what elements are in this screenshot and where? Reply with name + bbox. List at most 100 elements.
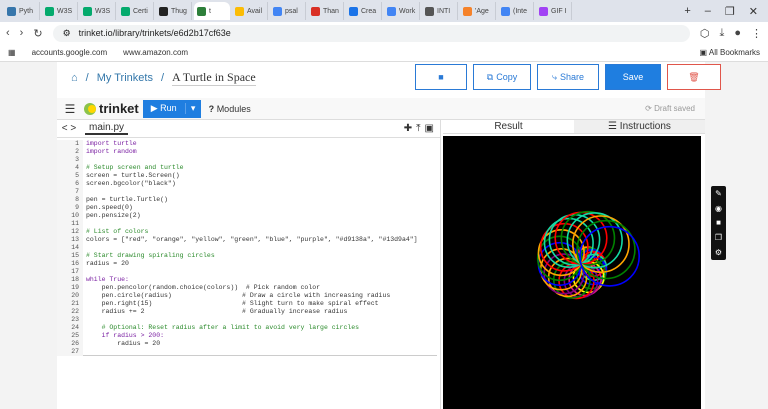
browser-tab[interactable]: Certi bbox=[118, 2, 154, 20]
download-icon[interactable]: ⤓ bbox=[719, 27, 724, 40]
browser-tab[interactable]: INTI bbox=[422, 2, 458, 20]
line-number: 25 bbox=[57, 332, 83, 340]
file-tab-main[interactable]: main.py bbox=[85, 122, 129, 135]
code-line: 5 screen = turtle.Screen() bbox=[57, 172, 441, 180]
run-button[interactable]: ▶ Run bbox=[143, 103, 185, 114]
browser-tab[interactable]: psal bbox=[270, 2, 306, 20]
settings-icon[interactable]: ⚙ bbox=[715, 248, 722, 257]
browser-tab[interactable]: Work bbox=[384, 2, 420, 20]
trinket-toolbar: ☰ trinket ▶ Run ▾ ? Modules ⟳ Draft save… bbox=[57, 98, 705, 120]
hamburger-icon[interactable]: ☰ bbox=[57, 102, 83, 116]
browser-tab[interactable]: Than bbox=[308, 2, 344, 20]
browser-tab[interactable]: W3S bbox=[80, 2, 116, 20]
code-line: 21 pen.right(15) # Slight turn to make s… bbox=[57, 300, 441, 308]
browser-tab[interactable]: Pyth bbox=[4, 2, 40, 20]
minimize-icon[interactable]: – bbox=[705, 5, 711, 18]
video-icon[interactable]: ■ bbox=[716, 218, 721, 227]
line-number: 12 bbox=[57, 228, 83, 236]
turtle-drawing bbox=[536, 210, 641, 300]
line-number: 24 bbox=[57, 324, 83, 332]
code-line: 25 if radius > 200: bbox=[57, 332, 441, 340]
profile-icon[interactable]: ● bbox=[734, 27, 741, 39]
code-line: 16 radius = 20 bbox=[57, 260, 441, 268]
turtle-canvas[interactable] bbox=[443, 136, 701, 409]
copy-button[interactable]: ⧉ Copy bbox=[473, 64, 531, 90]
code-line: 22 radius += 2 # Gradually increase radi… bbox=[57, 308, 441, 316]
tab-instructions[interactable]: ☰ Instructions bbox=[574, 120, 705, 133]
line-number: 23 bbox=[57, 316, 83, 324]
browser-tab[interactable]: Avail bbox=[232, 2, 268, 20]
list-icon: ☰ bbox=[608, 121, 618, 132]
save-button[interactable]: Save bbox=[605, 64, 661, 90]
extensions-icon[interactable]: ⬡ bbox=[700, 27, 710, 40]
browser-tab[interactable]: (Inte bbox=[498, 2, 534, 20]
editor-header: < > main.py ✚ ⤒ ▣ bbox=[57, 120, 440, 138]
folder-icon: ■ bbox=[438, 72, 444, 82]
line-number: 27 bbox=[57, 348, 83, 356]
code-editor[interactable]: < > main.py ✚ ⤒ ▣ 1 import turtle 2 import … bbox=[57, 120, 441, 409]
trinket-logo-icon bbox=[84, 102, 96, 115]
bookmark-amazon[interactable]: www.amazon.com bbox=[123, 48, 188, 57]
back-icon[interactable]: ‹ bbox=[6, 27, 10, 39]
line-number: 17 bbox=[57, 268, 83, 276]
code-line: 26 radius = 20 bbox=[57, 340, 441, 348]
line-number: 3 bbox=[57, 156, 83, 164]
copy-icon: ⧉ bbox=[486, 71, 494, 82]
browser-tab[interactable]: t bbox=[194, 2, 230, 20]
close-icon[interactable]: ✕ bbox=[749, 5, 758, 18]
browser-tab[interactable]: W3S bbox=[42, 2, 78, 20]
breadcrumb-my-trinkets[interactable]: My Trinkets bbox=[97, 72, 153, 84]
site-info-icon[interactable]: ⚙ bbox=[63, 28, 71, 39]
browser-tab[interactable]: Crea bbox=[346, 2, 382, 20]
line-number: 7 bbox=[57, 188, 83, 196]
share-button[interactable]: ⤷ Share bbox=[537, 64, 599, 90]
copy-panel-icon[interactable]: ❐ bbox=[715, 233, 722, 242]
line-number: 9 bbox=[57, 204, 83, 212]
trinket-logo[interactable]: trinket bbox=[83, 101, 139, 116]
new-tab-icon[interactable]: + bbox=[684, 5, 690, 18]
pencil-icon[interactable]: ✎ bbox=[715, 189, 722, 198]
address-bar: ‹ › ↻ ⚙ trinket.io/library/trinkets/e6d2… bbox=[0, 22, 768, 44]
favicon-icon bbox=[235, 6, 244, 16]
reload-icon[interactable]: ↻ bbox=[33, 27, 42, 40]
line-number: 6 bbox=[57, 180, 83, 188]
folder-button[interactable]: ■ bbox=[415, 64, 467, 90]
delete-button[interactable]: 🗑 bbox=[667, 64, 721, 90]
modules-button[interactable]: ? Modules bbox=[209, 104, 251, 114]
add-file-icon[interactable]: ✚ bbox=[404, 123, 412, 134]
menu-icon[interactable]: ⋮ bbox=[751, 27, 762, 40]
line-number: 20 bbox=[57, 292, 83, 300]
line-number: 21 bbox=[57, 300, 83, 308]
restore-icon[interactable]: ❐ bbox=[725, 5, 735, 18]
line-number: 4 bbox=[57, 164, 83, 172]
apps-icon[interactable]: ▦ bbox=[8, 48, 16, 57]
upload-icon[interactable]: ⤒ bbox=[416, 123, 420, 134]
run-dropdown-icon[interactable]: ▾ bbox=[184, 103, 201, 114]
browser-tab[interactable]: GIF I bbox=[536, 2, 572, 20]
code-line: 8 pen = turtle.Turtle() bbox=[57, 196, 441, 204]
url-field[interactable]: ⚙ trinket.io/library/trinkets/e6d2b17cf6… bbox=[52, 24, 690, 42]
line-number: 10 bbox=[57, 212, 83, 220]
trinket-title[interactable]: A Turtle in Space bbox=[172, 70, 256, 86]
code-line: 15 # Start drawing spiraling circles bbox=[57, 252, 441, 260]
favicon-icon bbox=[539, 6, 548, 16]
camera-icon[interactable]: ◉ bbox=[715, 204, 722, 213]
line-number: 15 bbox=[57, 252, 83, 260]
line-number: 16 bbox=[57, 260, 83, 268]
browser-tab[interactable]: 'Age bbox=[460, 2, 496, 20]
line-number: 18 bbox=[57, 276, 83, 284]
code-line: 7 bbox=[57, 188, 441, 196]
browser-tab[interactable]: Thug bbox=[156, 2, 192, 20]
code-nav-icon[interactable]: < > bbox=[57, 123, 81, 134]
forward-icon[interactable]: › bbox=[20, 27, 24, 39]
line-number: 14 bbox=[57, 244, 83, 252]
bookmark-google[interactable]: accounts.google.com bbox=[32, 48, 108, 57]
line-number: 11 bbox=[57, 220, 83, 228]
side-tools: ✎ ◉ ■ ❐ ⚙ bbox=[711, 186, 726, 260]
all-bookmarks[interactable]: ▣ All Bookmarks bbox=[700, 48, 760, 57]
tab-result[interactable]: Result bbox=[443, 120, 574, 133]
code-line: 27 bbox=[57, 348, 441, 356]
home-icon[interactable]: ⌂ bbox=[71, 72, 78, 84]
image-icon[interactable]: ▣ bbox=[425, 123, 434, 134]
line-number: 22 bbox=[57, 308, 83, 316]
